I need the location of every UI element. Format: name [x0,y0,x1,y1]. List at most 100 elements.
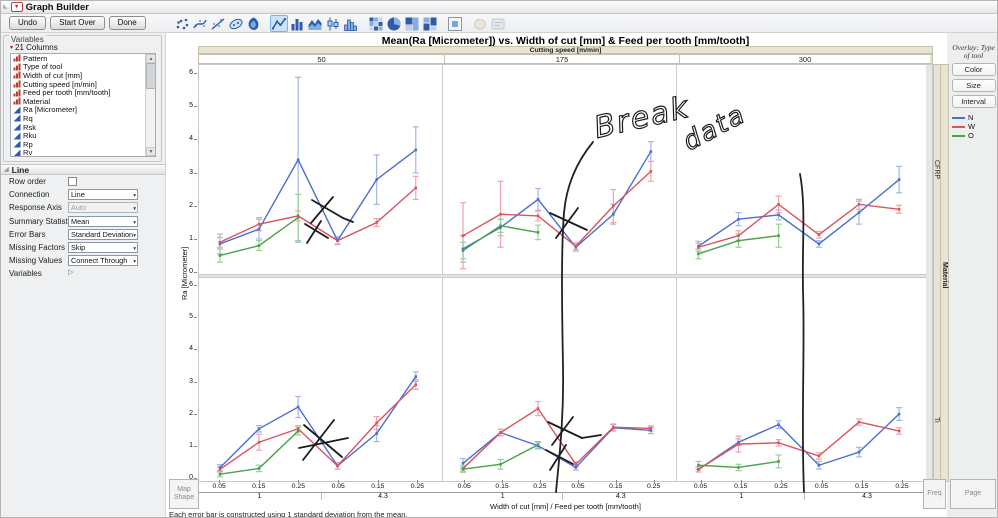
toolbar: Undo Start Over Done [1,14,998,33]
page-dropzone[interactable]: Page [950,479,996,509]
property-label: Summary Statistic [9,217,73,226]
smoother-icon[interactable] [191,15,209,32]
legend-panel: Overlay: Type of tool ColorSizeInterval … [950,44,997,140]
line-panel-header[interactable]: ◢ Line [1,164,165,175]
legend-size-button[interactable]: Size [952,79,996,92]
window-title: Graph Builder [26,2,89,13]
variable-item[interactable]: Rq [11,114,155,123]
line-of-fit-icon[interactable] [209,15,227,32]
column-level-175: 175 [445,55,680,63]
box-plot-icon[interactable] [324,15,342,32]
x-tick-label: 0.15 [734,483,747,490]
x-axis-panel-50[interactable]: 0.050.150.250.050.150.2514.3 [198,482,444,502]
scroll-up-icon[interactable]: ▲ [146,54,156,63]
y-tick-label: 4 [189,345,193,352]
legend-swatch [952,117,965,119]
legend-entries: NWO [950,113,997,140]
connection-select[interactable]: Line▾ [68,189,138,200]
x-axis-panel-175[interactable]: 0.050.150.250.050.150.2514.3 [444,482,679,502]
x-tick-label: 0.15 [855,483,868,490]
variable-item[interactable]: Rku [11,131,155,140]
variable-item[interactable]: Type of tool [11,63,155,72]
dock-triangle-icon: ◣ [3,4,8,10]
bar-icon[interactable] [288,15,306,32]
continuous-icon [13,149,21,157]
legend-entry-O[interactable]: O [952,131,997,140]
chevron-down-icon: ▾ [133,258,136,266]
y-axis-ticks-row2[interactable]: 0123456 [182,276,197,480]
ellipse-icon[interactable] [227,15,245,32]
y-axis-ticks-row1[interactable]: 0123456 [182,64,197,274]
plot-panel-Ti-300[interactable] [677,277,926,481]
missing-values-select[interactable]: Connect Through▾ [68,255,138,266]
missing-factors-select[interactable]: Skip▾ [68,242,138,253]
disclosure-triangle-icon[interactable]: ◢ [4,166,9,173]
line-icon[interactable] [270,15,288,32]
points-icon[interactable] [173,15,191,32]
legend-interval-button[interactable]: Interval [952,95,996,108]
histogram-icon[interactable] [342,15,360,32]
start-over-button[interactable]: Start Over [50,16,104,30]
summary-statistic-select[interactable]: Mean▾ [68,216,138,227]
error-bars-select[interactable]: Standard Deviation▾ [68,229,138,240]
x-tick-label: 0.05 [694,483,707,490]
plot-panel-CFRP-50[interactable] [199,65,443,275]
done-button[interactable]: Done [109,16,146,30]
variable-item[interactable]: Pattern [11,54,155,63]
variables-scrollbar[interactable]: ▲ ▼ [145,54,155,156]
variable-item[interactable]: Feed per tooth [mm/tooth] [11,88,155,97]
contour-icon[interactable] [245,15,263,32]
legend-entry-W[interactable]: W [952,122,997,131]
graph-builder-window: ◣ ▼ Graph Builder Undo Start Over Done Var… [0,0,998,518]
variable-item[interactable]: Width of cut [mm] [11,71,155,80]
row-factor-header-band: Material [941,64,949,482]
x-tick-label: 0.05 [571,483,584,490]
red-triangle-icon[interactable]: ▾ [10,44,13,51]
variable-item[interactable]: Rsk [11,123,155,132]
continuous-icon [13,123,21,131]
area-icon[interactable] [306,15,324,32]
sidebar: Variables ▾ 21 Columns PatternType of to… [1,33,166,518]
mosaic-icon[interactable] [421,15,439,32]
legend-color-button[interactable]: Color [952,63,996,76]
variable-item[interactable]: Rv [11,149,155,157]
pie-icon[interactable] [385,15,403,32]
red-triangle-menu-button[interactable]: ▼ [11,2,23,12]
nominal-icon [13,80,21,88]
scrollbar-thumb[interactable] [146,63,156,89]
variable-item[interactable]: Cutting speed [m/min] [11,80,155,89]
heatmap-icon[interactable] [367,15,385,32]
y-tick-label: 5 [189,313,193,320]
variables-disclosure-icon[interactable]: ▷ [68,268,73,276]
x-tick-label: 0.25 [647,483,660,490]
series-line-N [463,152,651,249]
freq-dropzone[interactable]: Freq [923,479,946,509]
chevron-down-icon: ▾ [133,205,136,213]
plot-panel-CFRP-300[interactable] [677,65,926,275]
x-tick-label: 0.05 [458,483,471,490]
undo-button[interactable]: Undo [9,16,46,30]
line-panel-row: Missing Values Connect Through▾ [1,254,165,267]
variable-item[interactable]: Material [11,97,155,106]
series-line-W [220,385,416,470]
variables-list[interactable]: PatternType of toolWidth of cut [mm]Cutt… [10,53,156,157]
series-line-N [220,150,416,244]
variable-item[interactable]: Ra [Micrometer] [11,106,155,115]
treemap-icon[interactable] [403,15,421,32]
plot-panel-Ti-50[interactable] [199,277,443,481]
chevron-down-icon: ▾ [133,219,136,227]
formula-icon[interactable] [446,15,464,32]
columns-header[interactable]: ▾ 21 Columns [10,43,58,52]
plot-panel-CFRP-175[interactable] [443,65,677,275]
series-line-W [220,188,416,242]
scroll-down-icon[interactable]: ▼ [146,147,156,156]
x-axis-panel-300[interactable]: 0.050.150.250.050.150.2514.3 [679,482,929,502]
x-tick-label: 0.15 [252,483,265,490]
map-shape-dropzone[interactable]: Map Shape [169,479,199,509]
plot-panel-Ti-175[interactable] [443,277,677,481]
property-label: Missing Values [9,256,62,265]
x-axis[interactable]: 0.050.150.250.050.150.2514.3 0.05 0.15 0.25… [198,482,933,502]
legend-entry-N[interactable]: N [952,113,997,122]
variable-item[interactable]: Rp [11,140,155,149]
row-order-checkbox[interactable] [68,177,77,186]
